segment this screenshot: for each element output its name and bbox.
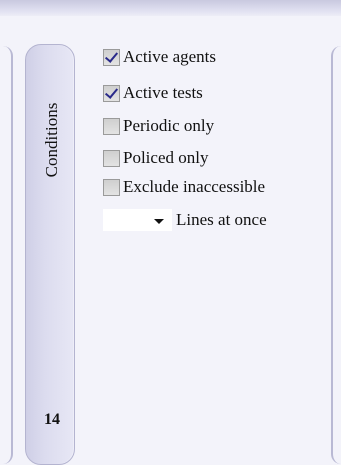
right-panel-edge [331, 46, 341, 464]
conditions-count-badge: 14 [44, 411, 60, 428]
option-active-tests[interactable]: Active tests [103, 83, 203, 103]
filter-panel: Conditions 14 Active agents Active tests… [0, 16, 341, 465]
option-policed-only[interactable]: Policed only [103, 148, 208, 168]
policed-only-label: Policed only [123, 148, 209, 167]
conditions-tab-label: Conditions [42, 102, 61, 178]
option-active-agents[interactable]: Active agents [103, 47, 216, 67]
active-tests-label: Active tests [123, 83, 203, 102]
active-tests-checkbox[interactable] [103, 84, 120, 102]
option-periodic-only[interactable]: Periodic only [103, 116, 214, 136]
policed-only-checkbox[interactable] [103, 149, 120, 167]
periodic-only-checkbox[interactable] [103, 117, 120, 135]
exclude-inaccessible-label: Exclude inaccessible [123, 177, 266, 196]
chevron-down-icon[interactable] [154, 219, 164, 224]
option-exclude-inaccessible[interactable]: Exclude inaccessible [103, 177, 265, 197]
active-agents-label: Active agents [123, 47, 216, 66]
periodic-only-label: Periodic only [123, 116, 215, 135]
active-agents-checkbox[interactable] [103, 48, 120, 66]
top-header-strip [0, 0, 341, 16]
lines-at-once-row: Lines at once [103, 209, 267, 231]
exclude-inaccessible-checkbox[interactable] [103, 178, 120, 196]
lines-at-once-select[interactable] [103, 209, 172, 231]
left-panel-edge [0, 46, 13, 464]
lines-at-once-label: Lines at once [176, 210, 267, 229]
